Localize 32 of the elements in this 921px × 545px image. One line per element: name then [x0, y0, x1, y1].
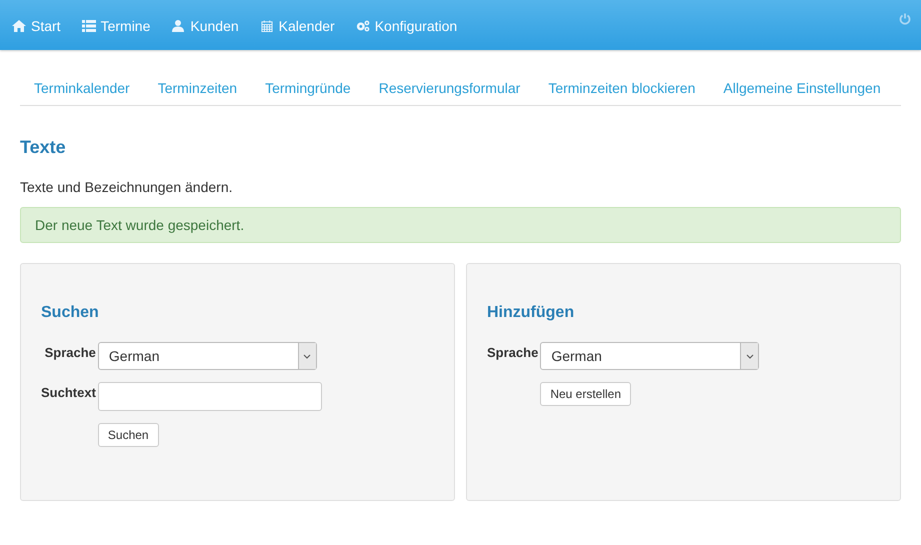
- nav-item[interactable]: Start: [12, 18, 61, 34]
- nav-item[interactable]: Kunden: [171, 18, 239, 34]
- nav-item[interactable]: Kalender: [260, 18, 335, 34]
- page-description: Texte und Bezeichnungen ändern.: [20, 179, 234, 195]
- subnav-link[interactable]: Reservierungsformular: [364, 80, 534, 96]
- gears-icon: [356, 20, 370, 32]
- subnav-link[interactable]: Terminzeiten blockieren: [534, 80, 710, 96]
- caret-icon: [746, 354, 754, 358]
- success-alert: Der neue Text wurde gespeichert.: [20, 207, 901, 243]
- subnav-link[interactable]: Terminkalender: [20, 80, 144, 96]
- language-select[interactable]: German: [540, 342, 760, 370]
- subnav-link[interactable]: Terminzeiten: [144, 80, 252, 96]
- subnav-link[interactable]: Termingründe: [251, 80, 365, 96]
- page-title: Texte: [20, 137, 67, 158]
- user-icon: [171, 20, 186, 32]
- panel-title: Suchen: [41, 304, 100, 322]
- search-text-field[interactable]: [98, 382, 322, 411]
- panel-button[interactable]: Neu erstellen: [540, 382, 632, 406]
- field-label: Suchtext: [41, 384, 96, 402]
- caret-icon: [303, 354, 312, 358]
- power-icon[interactable]: [899, 13, 911, 25]
- panel-title: Hinzufügen: [487, 304, 576, 322]
- field-label: Sprache: [44, 344, 96, 362]
- nav-item[interactable]: Termine: [82, 18, 150, 34]
- home-icon: [12, 20, 26, 32]
- nav-item[interactable]: Konfiguration: [356, 18, 458, 34]
- calendar-icon: [260, 20, 274, 32]
- language-select[interactable]: German: [98, 342, 317, 370]
- list-icon: [82, 20, 96, 32]
- panel-button[interactable]: Suchen: [98, 423, 159, 447]
- field-label: Sprache: [487, 344, 538, 362]
- subnav-link[interactable]: Allgemeine Einstellungen: [709, 80, 895, 96]
